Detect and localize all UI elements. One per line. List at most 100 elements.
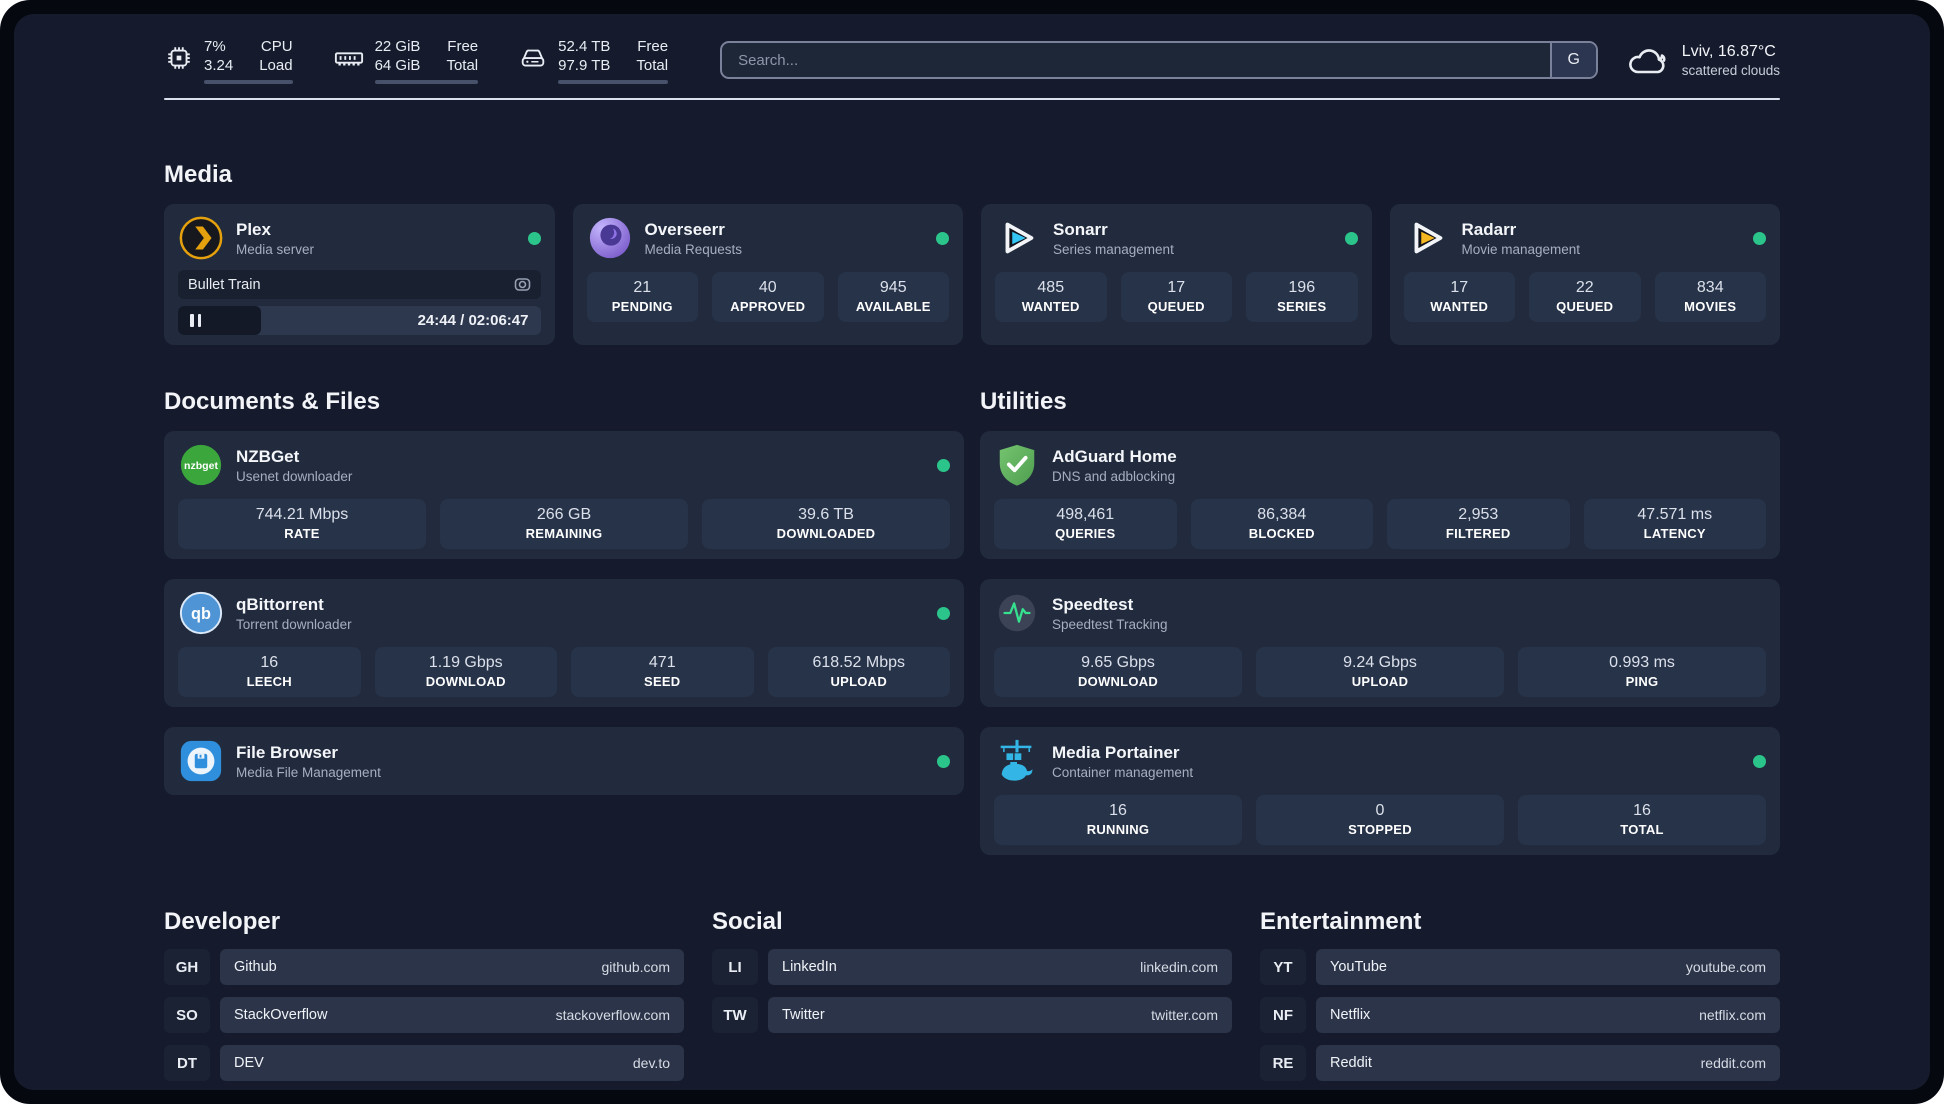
stat-leech: 16 LEECH xyxy=(178,647,361,697)
section-title-social: Social xyxy=(712,908,783,935)
section-title-utilities: Utilities xyxy=(980,388,1067,415)
stat-latency: 47.571 ms LATENCY xyxy=(1583,499,1766,549)
cpu-widget: 7% CPU 3.24 Load xyxy=(164,37,293,84)
radarr-card[interactable]: Radarr Movie management 17 WANTED 22 QUEUE… xyxy=(1389,204,1780,345)
stat-upload: 9.24 Gbps UPLOAD xyxy=(1256,647,1504,697)
stat-ping: 0.993 ms PING xyxy=(1518,647,1766,697)
service-name: Sonarr xyxy=(1053,219,1108,239)
cpu-usage-label: CPU xyxy=(260,37,293,55)
link-github[interactable]: GH Github github.com xyxy=(164,949,684,985)
link-netflix[interactable]: NF Netflix netflix.com xyxy=(1260,997,1780,1033)
qbittorrent-card[interactable]: qb qBittorrent Torrent downloader 16 LEEC… xyxy=(164,579,964,707)
stat-queued: 17 QUEUED xyxy=(1120,272,1232,322)
stat-seed: 471 SEED xyxy=(571,647,754,697)
nzbget-card[interactable]: nzbget NZBGet Usenet downloader 744.21 M… xyxy=(164,431,964,559)
memory-progress-track xyxy=(374,79,479,84)
section-title-developer: Developer xyxy=(164,908,281,935)
documents-column: Documents & Files nzbget NZBGet Usenet d… xyxy=(164,387,964,855)
link-abbr: GH xyxy=(164,949,210,985)
link-url: netflix.com xyxy=(1699,1007,1766,1023)
link-url: twitter.com xyxy=(1151,1007,1218,1023)
link-abbr: YT xyxy=(1260,949,1306,985)
stat-movies: 834 MOVIES xyxy=(1654,272,1766,322)
link-reddit[interactable]: RE Reddit reddit.com xyxy=(1260,1045,1780,1081)
memory-free-value: 22 GiB xyxy=(374,37,421,55)
link-name: StackOverflow xyxy=(234,1007,328,1023)
service-name: qBittorrent xyxy=(236,594,324,614)
stat-filtered: 2,953 FILTERED xyxy=(1387,499,1570,549)
link-youtube[interactable]: YT YouTube youtube.com xyxy=(1260,949,1780,985)
stat-remaining: 266 GB REMAINING xyxy=(440,499,688,549)
link-url: youtube.com xyxy=(1685,959,1766,975)
playback-progress-fill xyxy=(178,306,262,335)
service-subtitle: Movie management xyxy=(1461,241,1581,257)
filebrowser-card[interactable]: File Browser Media File Management xyxy=(164,727,964,795)
memory-icon xyxy=(334,51,363,65)
stat-available: 945 AVAILABLE xyxy=(837,272,949,322)
link-name: DEV xyxy=(234,1055,264,1071)
service-name: NZBGet xyxy=(236,446,300,466)
link-name: LinkedIn xyxy=(782,959,837,975)
link-url: stackoverflow.com xyxy=(555,1007,670,1023)
overseerr-icon xyxy=(589,217,630,259)
overseerr-card[interactable]: Overseerr Media Requests 21 PENDING 40 APP… xyxy=(572,204,963,345)
service-name: Radarr xyxy=(1461,219,1517,239)
now-playing-row: Bullet Train xyxy=(178,270,541,299)
memory-total-value: 64 GiB xyxy=(374,56,421,74)
stat-running: 16 RUNNING xyxy=(994,795,1242,845)
svg-text:nzbget: nzbget xyxy=(184,460,218,472)
plex-card[interactable]: Plex Media server Bullet Train 24:44 / 0… xyxy=(164,204,555,345)
session-camera-icon[interactable] xyxy=(514,277,531,292)
nzbget-icon: nzbget xyxy=(180,444,222,486)
status-dot xyxy=(1753,231,1766,245)
link-abbr: TW xyxy=(712,997,758,1033)
disk-widget: 52.4 TB Free 97.9 TB Total xyxy=(518,37,669,84)
stat-pending: 21 PENDING xyxy=(586,272,698,322)
speedtest-card[interactable]: Speedtest Speedtest Tracking 9.65 Gbps DO… xyxy=(980,579,1780,707)
portainer-card[interactable]: Media Portainer Container management 16 R… xyxy=(980,727,1780,855)
disk-free-label: Free xyxy=(637,37,669,55)
link-linkedin[interactable]: LI LinkedIn linkedin.com xyxy=(712,949,1232,985)
cloud-icon xyxy=(1628,49,1666,74)
stat-total: 16 TOTAL xyxy=(1518,795,1766,845)
link-abbr: NF xyxy=(1260,997,1306,1033)
section-title-media: Media xyxy=(164,161,233,188)
memory-free-label: Free xyxy=(447,37,479,55)
search-bar: G xyxy=(720,41,1598,79)
status-dot xyxy=(527,231,541,245)
stat-download: 1.19 Gbps DOWNLOAD xyxy=(374,647,557,697)
service-subtitle: Torrent downloader xyxy=(236,616,352,632)
weather-location-temp: Lviv, 16.87°C xyxy=(1681,42,1776,60)
stat-wanted: 17 WANTED xyxy=(1403,272,1515,322)
pause-icon[interactable] xyxy=(190,314,201,327)
search-input[interactable] xyxy=(722,43,1550,77)
link-stackoverflow[interactable]: SO StackOverflow stackoverflow.com xyxy=(164,997,684,1033)
sonarr-card[interactable]: Sonarr Series management 485 WANTED 17 QUE… xyxy=(981,204,1372,345)
stat-upload: 618.52 Mbps UPLOAD xyxy=(767,647,950,697)
stat-download: 9.65 Gbps DOWNLOAD xyxy=(994,647,1242,697)
media-cards-row: Plex Media server Bullet Train 24:44 / 0… xyxy=(164,204,1780,345)
service-name: Plex xyxy=(236,219,271,239)
entertainment-links-column: Entertainment YT YouTube youtube.com NF N… xyxy=(1260,907,1780,1081)
stat-stopped: 0 STOPPED xyxy=(1256,795,1504,845)
social-links-column: Social LI LinkedIn linkedin.com TW Twitte… xyxy=(712,907,1232,1081)
weather-condition: scattered clouds xyxy=(1681,62,1780,78)
link-abbr: SO xyxy=(164,997,210,1033)
stat-series: 196 SERIES xyxy=(1246,272,1358,322)
service-subtitle: Media server xyxy=(236,241,315,257)
search-provider-button[interactable]: G xyxy=(1549,43,1596,77)
link-twitter[interactable]: TW Twitter twitter.com xyxy=(712,997,1232,1033)
link-dev[interactable]: DT DEV dev.to xyxy=(164,1045,684,1081)
speedtest-icon xyxy=(998,594,1036,632)
disk-total-label: Total xyxy=(636,56,669,74)
stat-queued: 22 QUEUED xyxy=(1529,272,1641,322)
service-name: Media Portainer xyxy=(1052,742,1180,762)
developer-links-column: Developer GH Github github.com SO StackOv… xyxy=(164,907,684,1081)
cpu-progress-track xyxy=(204,79,293,84)
adguard-card[interactable]: AdGuard Home DNS and adblocking 498,461 Q… xyxy=(980,431,1780,559)
link-name: Twitter xyxy=(782,1007,825,1023)
service-name: AdGuard Home xyxy=(1052,446,1177,466)
stat-downloaded: 39.6 TB DOWNLOADED xyxy=(702,499,950,549)
plex-icon xyxy=(179,216,223,260)
radarr-icon xyxy=(1414,222,1442,254)
